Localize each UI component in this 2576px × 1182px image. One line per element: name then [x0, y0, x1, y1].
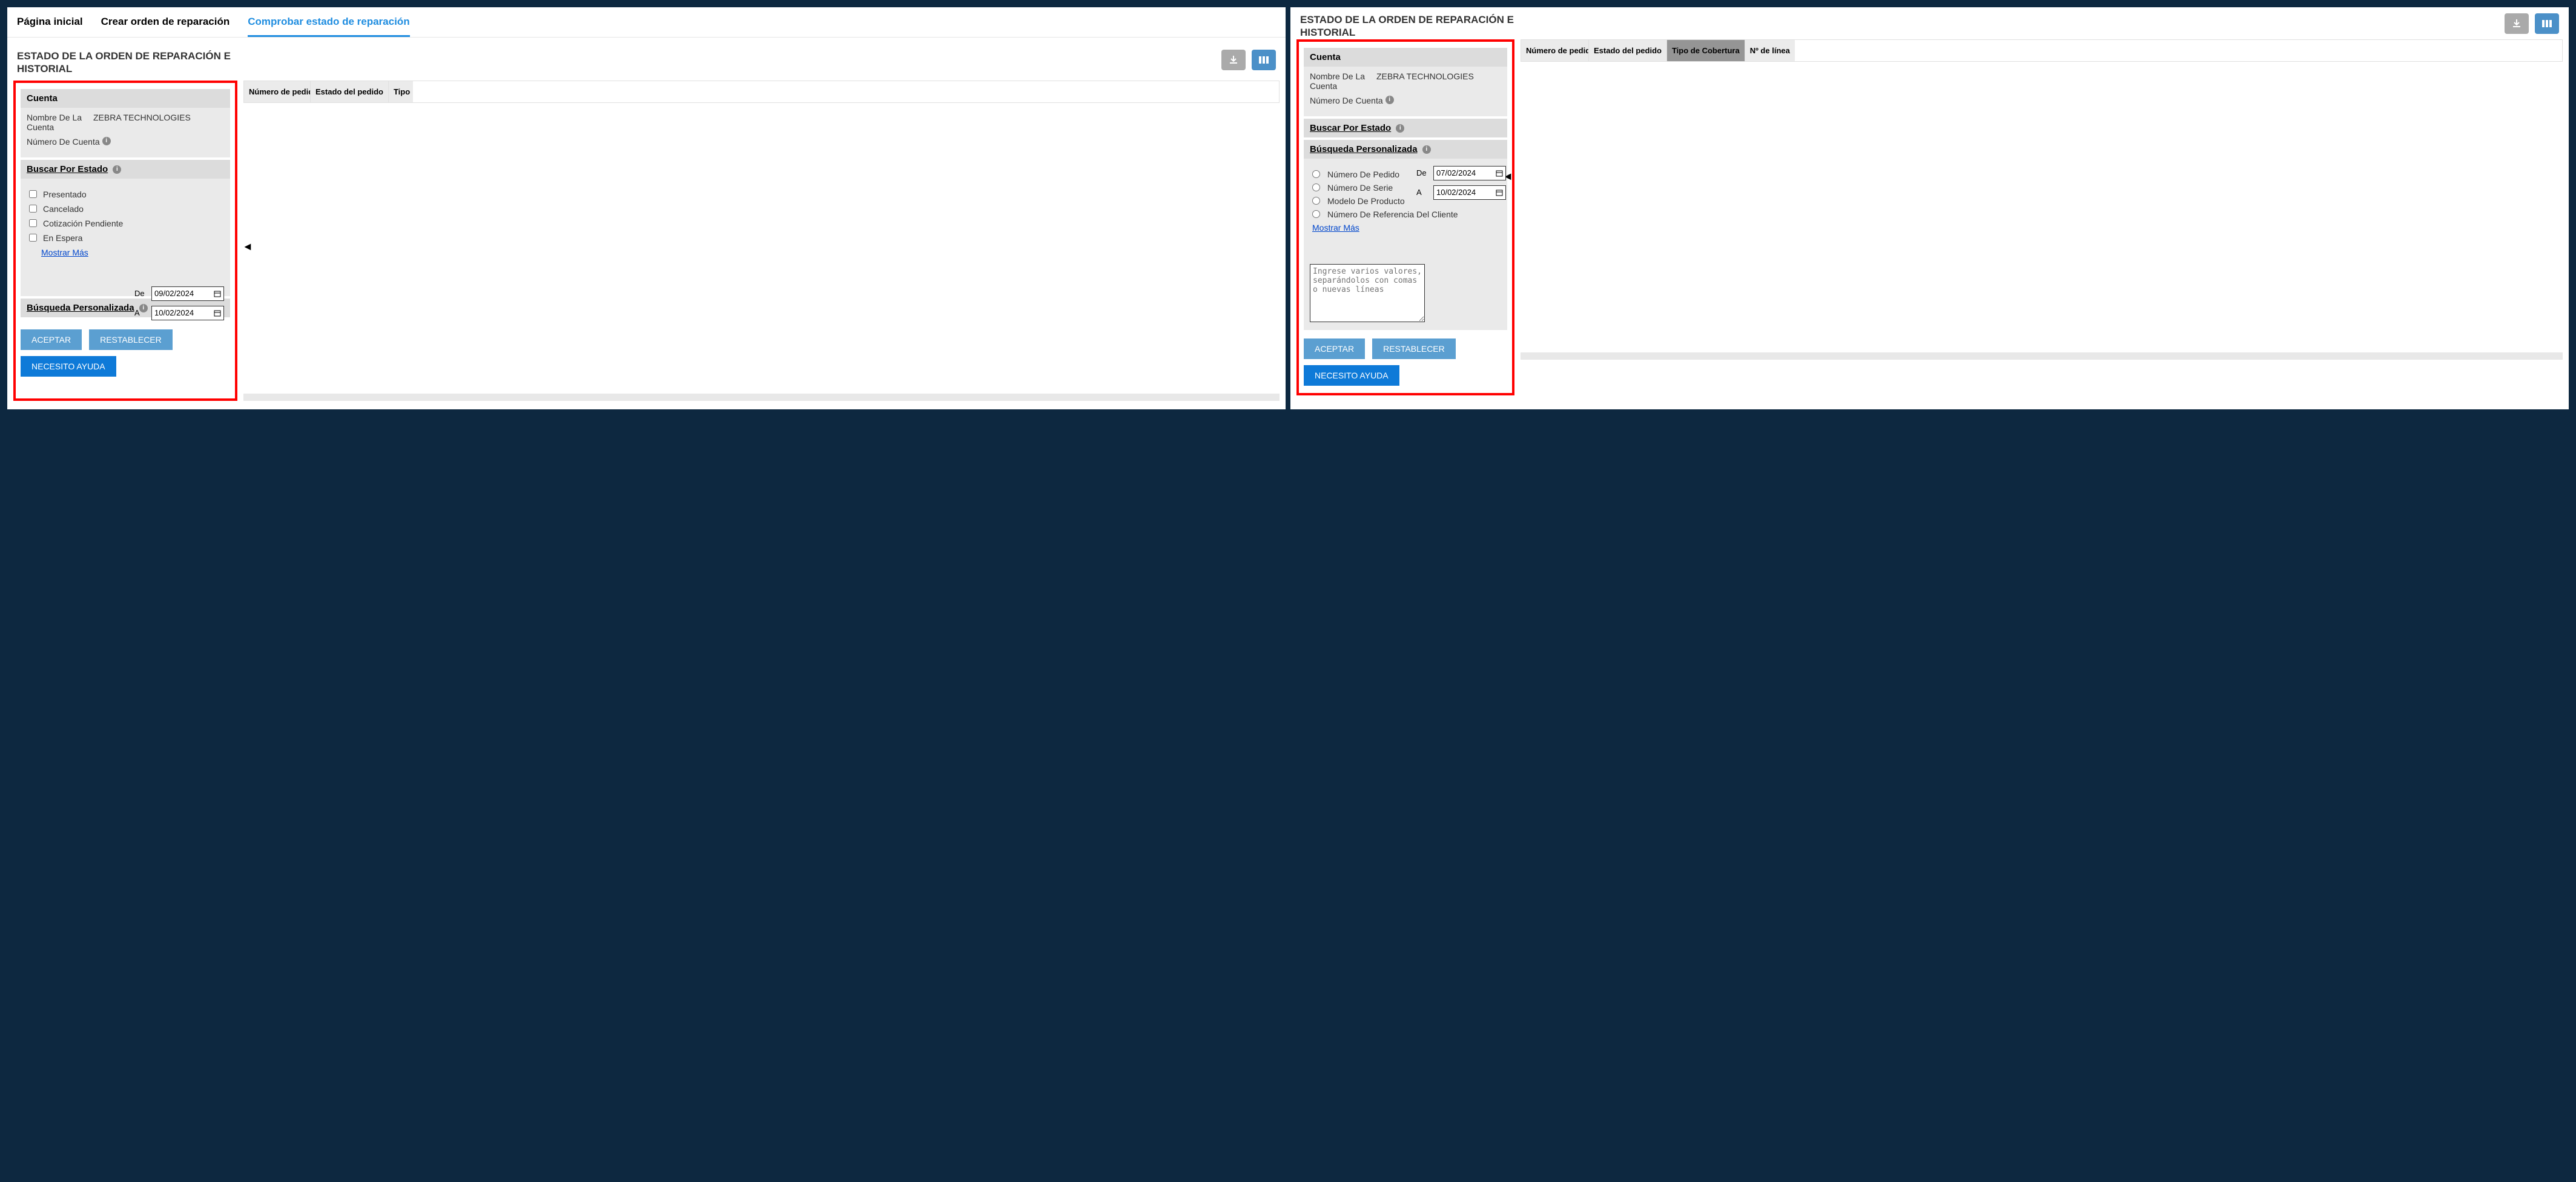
th-line-number[interactable]: Nº de línea: [1745, 40, 1795, 61]
reset-button[interactable]: RESTABLECER: [89, 329, 173, 350]
info-icon[interactable]: i: [1396, 124, 1404, 133]
radio-label: Número De Serie: [1327, 183, 1393, 193]
account-name-label: Nombre De La Cuenta: [1310, 71, 1376, 91]
th-order-status[interactable]: Estado del pedido: [311, 81, 389, 102]
chk-label: Cancelado: [43, 204, 84, 214]
table-header: Número de pedido Estado del pedido Tipo …: [1521, 39, 2563, 62]
radio-modelo[interactable]: [1312, 197, 1320, 205]
th-order-number[interactable]: Número de pedido: [244, 81, 311, 102]
filter-panel: Cuenta Nombre De La Cuenta ZEBRA TECHNOL…: [13, 81, 237, 401]
to-label: A: [134, 308, 151, 317]
accept-button[interactable]: ACEPTAR: [21, 329, 82, 350]
search-status-head[interactable]: Buscar Por Estado i: [21, 160, 230, 179]
show-more-link[interactable]: Mostrar Más: [41, 248, 88, 257]
table-footer-bar: [1521, 352, 2563, 360]
help-button[interactable]: NECESITO AYUDA: [21, 356, 116, 377]
chk-label: Cotización Pendiente: [43, 219, 123, 228]
search-status-head[interactable]: Buscar Por Estado i: [1304, 119, 1507, 137]
page-title: ESTADO DE LA ORDEN DE REPARACIÓN E HISTO…: [17, 50, 235, 76]
info-icon[interactable]: i: [1385, 96, 1394, 104]
account-number-label: Número De Cuenta: [1310, 96, 1383, 105]
chk-cotizacion[interactable]: [29, 219, 37, 227]
info-icon[interactable]: i: [113, 165, 121, 174]
collapse-icon[interactable]: ◄: [242, 240, 253, 253]
download-icon: [2512, 19, 2522, 28]
th-order-number[interactable]: Número de pedido: [1521, 40, 1589, 61]
radio-serie[interactable]: [1312, 183, 1320, 191]
account-number-label: Número De Cuenta: [27, 137, 100, 147]
help-button[interactable]: NECESITO AYUDA: [1304, 365, 1399, 386]
from-label: De: [1416, 168, 1433, 177]
account-name-label: Nombre De La Cuenta: [27, 113, 93, 132]
download-button[interactable]: [2505, 13, 2529, 34]
download-icon: [1229, 55, 1238, 65]
th-coverage-type[interactable]: Tipo de Cobertura: [1667, 40, 1745, 61]
table-header: Número de pedido Estado del pedido Tipo: [243, 81, 1280, 103]
multi-value-textarea[interactable]: [1310, 264, 1425, 322]
chk-espera[interactable]: [29, 234, 37, 242]
info-icon[interactable]: i: [1422, 145, 1431, 154]
chk-label: Presentado: [43, 190, 87, 199]
chk-presentado[interactable]: [29, 190, 37, 198]
account-head: Cuenta: [1304, 48, 1507, 67]
account-name-value: ZEBRA TECHNOLOGIES: [1376, 71, 1474, 91]
page-title: ESTADO DE LA ORDEN DE REPARACIÓN E HISTO…: [1300, 13, 1518, 39]
columns-button[interactable]: [2535, 13, 2559, 34]
date-to-input[interactable]: [151, 306, 224, 320]
custom-search-head[interactable]: Búsqueda Personalizada i: [1304, 140, 1507, 159]
radio-referencia[interactable]: [1312, 210, 1320, 218]
table-area: ◄ Número de pedido Estado del pedido Tip…: [243, 81, 1280, 401]
info-icon[interactable]: i: [102, 137, 111, 145]
columns-icon: [1258, 56, 1269, 64]
th-coverage-type[interactable]: Tipo: [389, 81, 413, 102]
columns-button[interactable]: [1252, 50, 1276, 70]
show-more-link[interactable]: Mostrar Más: [1312, 223, 1359, 233]
account-name-value: ZEBRA TECHNOLOGIES: [93, 113, 191, 132]
from-label: De: [134, 289, 151, 298]
table-footer-bar: [243, 394, 1280, 401]
nav-status[interactable]: Comprobar estado de reparación: [248, 16, 409, 37]
chk-cancelado[interactable]: [29, 205, 37, 213]
th-order-status[interactable]: Estado del pedido: [1589, 40, 1667, 61]
download-button[interactable]: [1221, 50, 1246, 70]
accept-button[interactable]: ACEPTAR: [1304, 338, 1365, 359]
to-label: A: [1416, 188, 1433, 197]
chk-label: En Espera: [43, 233, 82, 243]
radio-label: Número De Referencia Del Cliente: [1327, 210, 1458, 219]
date-from-input[interactable]: [1433, 166, 1506, 180]
nav-create[interactable]: Crear orden de reparación: [101, 16, 230, 37]
account-head: Cuenta: [21, 89, 230, 108]
nav-home[interactable]: Página inicial: [17, 16, 83, 37]
filter-panel: Cuenta Nombre De La Cuenta ZEBRA TECHNOL…: [1296, 39, 1514, 395]
table-area: Número de pedido Estado del pedido Tipo …: [1521, 39, 2563, 395]
radio-pedido[interactable]: [1312, 170, 1320, 178]
columns-icon: [2541, 19, 2552, 28]
date-from-input[interactable]: [151, 286, 224, 301]
reset-button[interactable]: RESTABLECER: [1372, 338, 1456, 359]
radio-label: Número De Pedido: [1327, 170, 1399, 179]
date-to-input[interactable]: [1433, 185, 1506, 200]
radio-label: Modelo De Producto: [1327, 196, 1405, 206]
top-nav: Página inicial Crear orden de reparación…: [7, 7, 1286, 38]
